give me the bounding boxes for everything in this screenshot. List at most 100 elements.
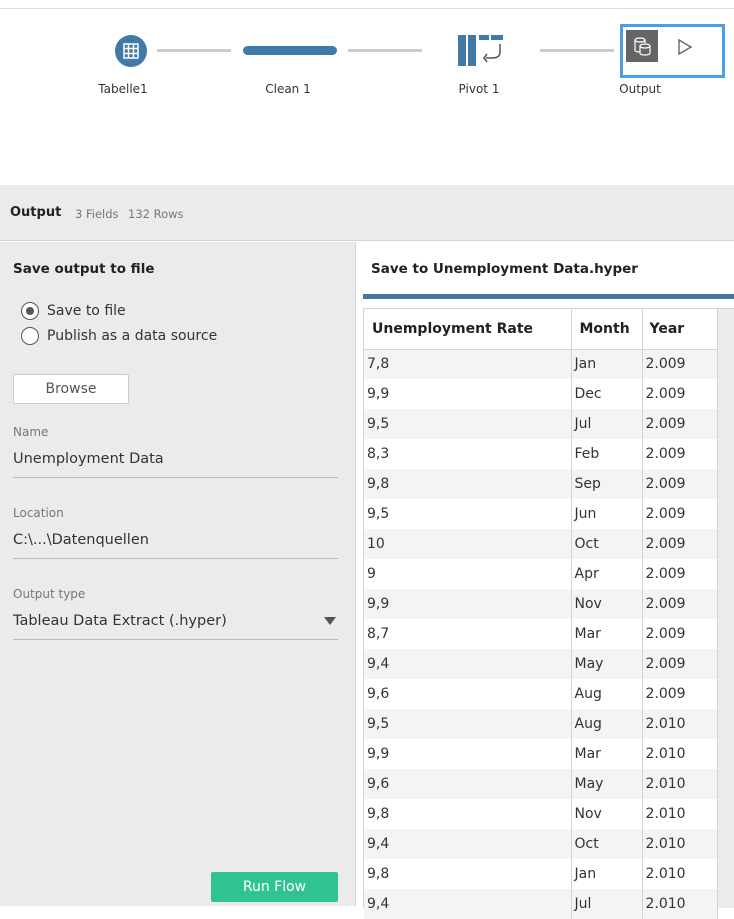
table-cell: 9,4	[364, 889, 572, 919]
table-cell: Nov	[571, 589, 643, 619]
column-header-unemployment-rate[interactable]: Unemployment Rate	[364, 309, 572, 350]
location-label: Location	[13, 506, 64, 520]
table-cell: 9,6	[364, 679, 572, 709]
flow-node-output[interactable]	[620, 24, 725, 78]
table-row: 9,5 Jul 2.009	[364, 409, 718, 439]
run-flow-button[interactable]: Run Flow	[211, 872, 338, 902]
table-cell: 2.009	[642, 649, 718, 679]
table-cell: 9,8	[364, 469, 572, 499]
table-cell: 2.009	[642, 379, 718, 409]
field-count: 3 Fields	[75, 207, 119, 221]
table-cell: Mar	[571, 739, 643, 769]
table-row: 9,8 Nov 2.010	[364, 799, 718, 829]
table-cell: 7,8	[364, 349, 572, 379]
table-row: 9,4 Oct 2.010	[364, 829, 718, 859]
table-cell: 2.009	[642, 679, 718, 709]
table-cell: Jan	[571, 859, 643, 889]
table-cell: Jun	[571, 499, 643, 529]
data-grid[interactable]: Unemployment Rate Month Year 7,8 Jan 2.009…	[363, 308, 734, 919]
table-icon	[123, 43, 139, 59]
radio-publish-data-source[interactable]: Publish as a data source	[21, 327, 217, 345]
node-label: Output	[619, 82, 661, 96]
table-cell: 2.010	[642, 769, 718, 799]
table-cell: Jan	[571, 349, 643, 379]
column-header-year[interactable]: Year	[642, 309, 718, 350]
table-row: 9,5 Jun 2.009	[364, 499, 718, 529]
table-cell: 9,5	[364, 709, 572, 739]
output-type-label: Output type	[13, 587, 86, 601]
table-cell: 2.010	[642, 829, 718, 859]
node-label: Pivot 1	[458, 82, 500, 96]
table-row: 7,8 Jan 2.009	[364, 349, 718, 379]
table-cell: 9,8	[364, 859, 572, 889]
location-field[interactable]: Location C:\...\Datenquellen	[13, 506, 338, 559]
radio-checked-icon	[21, 302, 39, 320]
table-row: 10 Oct 2.009	[364, 529, 718, 559]
preview-pane: Save to Unemployment Data.hyper Unemploy…	[357, 242, 734, 919]
table-cell: 2.009	[642, 529, 718, 559]
table-row: 8,3 Feb 2.009	[364, 439, 718, 469]
preview-title: Save to Unemployment Data.hyper	[371, 261, 638, 277]
flow-node-tabelle1[interactable]	[115, 35, 147, 67]
name-input[interactable]: Unemployment Data	[13, 451, 338, 477]
name-field[interactable]: Name Unemployment Data	[13, 425, 338, 478]
table-cell: 8,3	[364, 439, 572, 469]
connector	[540, 49, 614, 52]
table-row: 9,4 Jul 2.010	[364, 889, 718, 919]
table-row: 9,9 Dec 2.009	[364, 379, 718, 409]
radio-save-to-file[interactable]: Save to file	[21, 302, 126, 320]
table-cell: Feb	[571, 439, 643, 469]
table-cell: 2.009	[642, 409, 718, 439]
table-cell: 8,7	[364, 619, 572, 649]
table-cell: 10	[364, 529, 572, 559]
table-cell: 2.010	[642, 889, 718, 919]
table-cell: Aug	[571, 709, 643, 739]
table-cell: 2.010	[642, 709, 718, 739]
table-cell: Aug	[571, 679, 643, 709]
column-header-month[interactable]: Month	[571, 309, 643, 350]
output-type-value[interactable]: Tableau Data Extract (.hyper)	[13, 613, 338, 639]
run-play-icon[interactable]	[677, 38, 693, 56]
table-cell: Mar	[571, 619, 643, 649]
table-cell: Jul	[571, 889, 643, 919]
table-row: 8,7 Mar 2.009	[364, 619, 718, 649]
table-cell: May	[571, 649, 643, 679]
radio-label: Publish as a data source	[47, 328, 218, 344]
row-count: 132 Rows	[128, 207, 184, 221]
table-row: 9,6 May 2.010	[364, 769, 718, 799]
table-cell: 9,6	[364, 769, 572, 799]
table-cell: 2.009	[642, 349, 718, 379]
table-cell: 2.009	[642, 589, 718, 619]
table-row: 9,5 Aug 2.010	[364, 709, 718, 739]
output-panel-header: Output 3 Fields 132 Rows	[0, 185, 734, 241]
table-cell: 2.009	[642, 439, 718, 469]
table-cell: 9,4	[364, 829, 572, 859]
location-input[interactable]: C:\...\Datenquellen	[13, 532, 338, 558]
table-cell: 2.010	[642, 799, 718, 829]
pivot-icon	[458, 35, 503, 66]
table-cell: 9,4	[364, 649, 572, 679]
table-row: 9,6 Aug 2.009	[364, 679, 718, 709]
table-cell: Apr	[571, 559, 643, 589]
output-settings-pane: Save output to file Save to file Publish…	[0, 242, 356, 906]
table-row: 9,4 May 2.009	[364, 649, 718, 679]
output-type-select[interactable]: Output type Tableau Data Extract (.hyper)	[13, 587, 338, 640]
table-row: 9,8 Sep 2.009	[364, 469, 718, 499]
table-cell: 9,9	[364, 589, 572, 619]
flow-node-pivot-1[interactable]	[458, 35, 504, 67]
table-cell: 2.010	[642, 739, 718, 769]
name-label: Name	[13, 425, 49, 439]
table-cell: 2.009	[642, 619, 718, 649]
flow-node-clean-1[interactable]	[243, 46, 337, 55]
table-cell: 9,8	[364, 799, 572, 829]
accent-bar	[363, 294, 734, 299]
output-icon	[626, 30, 658, 62]
table-row: 9 Apr 2.009	[364, 559, 718, 589]
browse-button[interactable]: Browse	[13, 374, 129, 404]
chevron-down-icon[interactable]	[324, 617, 336, 625]
table-row: 9,8 Jan 2.010	[364, 859, 718, 889]
node-label: Clean 1	[265, 82, 311, 96]
node-label: Tabelle1	[98, 82, 148, 96]
panel-title: Output	[10, 205, 62, 220]
table-cell: Jul	[571, 409, 643, 439]
